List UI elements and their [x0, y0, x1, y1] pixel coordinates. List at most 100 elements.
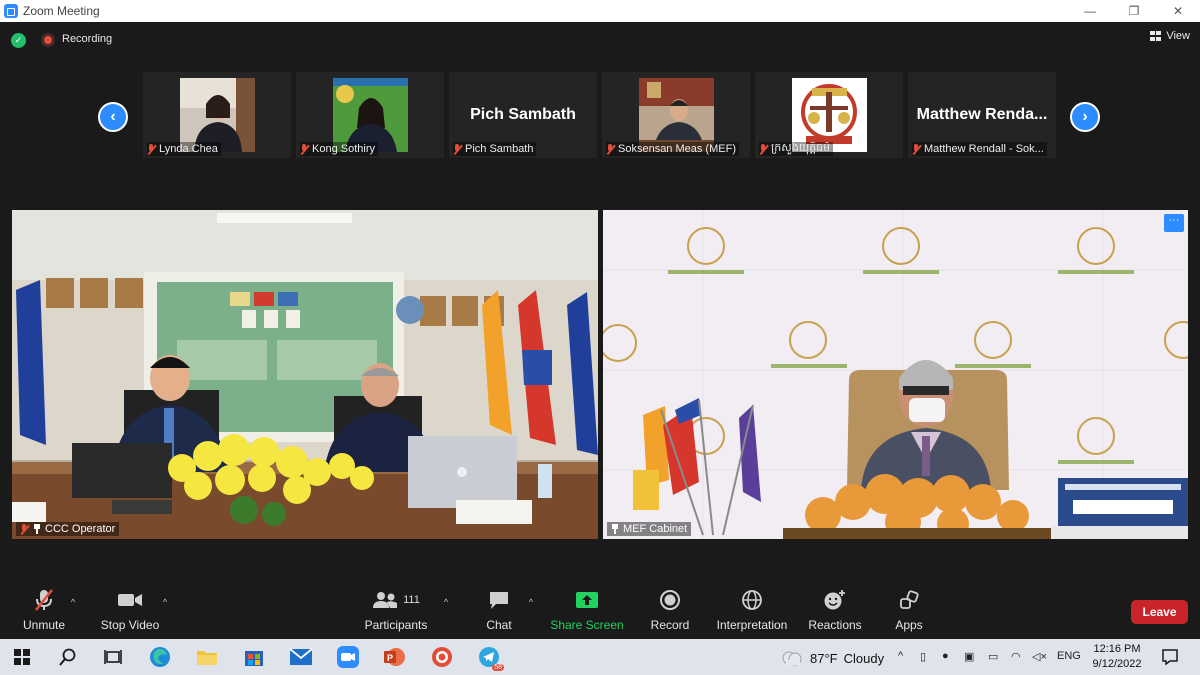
- participant-count: 111: [403, 594, 420, 606]
- main-video-tile[interactable]: CCC Operator: [12, 210, 598, 539]
- participants-button[interactable]: 111 Participants: [362, 585, 430, 639]
- microphone-tray-icon[interactable]: ●: [942, 650, 949, 662]
- telegram-icon[interactable]: 58: [477, 645, 504, 671]
- restore-button[interactable]: ❐: [1112, 0, 1156, 22]
- mef-cabinet-video: [603, 210, 1188, 539]
- pin-icon: [611, 524, 619, 534]
- zoom-taskbar-icon[interactable]: [336, 645, 360, 669]
- phone-link-icon[interactable]: ▯: [920, 650, 926, 663]
- windows-start-icon[interactable]: [10, 645, 34, 669]
- apps-icon: [900, 590, 919, 609]
- apps-label: Apps: [895, 618, 923, 632]
- participants-label: Participants: [364, 618, 428, 632]
- unmute-button[interactable]: Unmute: [18, 585, 70, 639]
- interpretation-button[interactable]: Interpretation: [714, 585, 790, 639]
- window-controls: — ❐ ✕: [1068, 0, 1200, 22]
- telegram-unread-badge: 58: [492, 664, 504, 671]
- close-button[interactable]: ✕: [1156, 0, 1200, 22]
- window-title-bar: Zoom Meeting — ❐ ✕: [0, 0, 1200, 22]
- video-camera-icon: [118, 594, 142, 606]
- system-clock[interactable]: 12:16 PM 9/12/2022: [1084, 642, 1150, 672]
- minimize-button[interactable]: —: [1068, 0, 1112, 22]
- participant-name-label: Kong Sothiry: [300, 142, 378, 156]
- volume-muted-icon[interactable]: ◁×: [1032, 650, 1047, 663]
- chat-options-caret-icon[interactable]: ^: [529, 597, 533, 607]
- interpretation-label: Interpretation: [716, 618, 788, 632]
- participant-tile[interactable]: Soksensan Meas (MEF): [602, 72, 750, 158]
- chat-button[interactable]: Chat: [478, 585, 520, 639]
- zoom-app-icon: [4, 4, 18, 18]
- window-title: Zoom Meeting: [23, 4, 100, 18]
- mic-muted-icon: [147, 143, 156, 155]
- security-shield-icon[interactable]: ✓: [11, 33, 26, 48]
- mic-muted-icon: [453, 143, 462, 155]
- share-screen-label: Share Screen: [550, 618, 624, 632]
- share-screen-icon: [576, 592, 598, 608]
- show-hidden-icons-chevron-icon[interactable]: ^: [898, 650, 903, 662]
- participant-name-label: Soksensan Meas (MEF): [606, 142, 739, 156]
- ministry-seal-logo: [792, 78, 867, 152]
- edge-browser-icon[interactable]: [148, 645, 172, 669]
- participant-name-label: ក្រសួងយុត្តិធម៌: [759, 142, 834, 156]
- weather-temperature: 87°F: [810, 650, 838, 666]
- share-screen-button[interactable]: Share Screen: [550, 585, 624, 639]
- view-button[interactable]: View: [1150, 30, 1190, 42]
- weather-widget[interactable]: 87°F Cloudy: [780, 649, 884, 667]
- main-video-tile[interactable]: ··· MEF Cabinet: [603, 210, 1188, 539]
- participants-options-caret-icon[interactable]: ^: [444, 597, 448, 607]
- windows-taskbar: P 58 87°F Cloudy ^ ▯ ● ▣ ▭ ◠ ◁× ENG 12:1…: [0, 639, 1200, 675]
- wifi-icon[interactable]: ◠: [1011, 650, 1021, 663]
- battery-icon[interactable]: ▭: [988, 650, 998, 663]
- participant-video: [639, 78, 714, 152]
- microsoft-store-icon[interactable]: [242, 645, 266, 669]
- powerpoint-icon[interactable]: P: [382, 645, 406, 669]
- chat-label: Chat: [486, 618, 512, 632]
- apps-button[interactable]: Apps: [890, 585, 928, 639]
- notifications-icon[interactable]: [1158, 645, 1182, 669]
- reactions-label: Reactions: [808, 618, 862, 632]
- mic-muted-icon: [759, 143, 768, 155]
- participant-display-name: Matthew Renda...: [916, 106, 1048, 123]
- record-button[interactable]: Record: [648, 585, 692, 639]
- input-language-indicator[interactable]: ENG: [1057, 650, 1081, 662]
- grid-view-icon: [1150, 31, 1162, 41]
- reactions-smiley-icon: [824, 590, 845, 610]
- svg-text:P: P: [387, 653, 393, 663]
- mic-muted-icon: [606, 143, 615, 155]
- participant-tile[interactable]: ក្រសួងយុត្តិធម៌: [755, 72, 903, 158]
- cloud-icon: [782, 651, 802, 666]
- task-view-icon[interactable]: [101, 645, 125, 669]
- audio-options-caret-icon[interactable]: ^: [71, 597, 75, 607]
- meeting-status-bar: ✓ Recording View: [0, 22, 1200, 58]
- participants-icon: [373, 592, 398, 608]
- weather-condition: Cloudy: [843, 650, 885, 666]
- participant-tile[interactable]: Kong Sothiry: [296, 72, 444, 158]
- unmute-label: Unmute: [22, 618, 66, 632]
- participant-name-label: Pich Sambath: [453, 142, 537, 156]
- globe-icon: [742, 590, 762, 610]
- participant-tile[interactable]: Lynda Chea: [143, 72, 291, 158]
- search-icon[interactable]: [56, 645, 80, 669]
- previous-page-button[interactable]: ‹: [98, 102, 128, 132]
- mail-icon[interactable]: [289, 645, 313, 669]
- mic-muted-icon: [912, 143, 921, 155]
- participant-tile[interactable]: Pich Sambath Pich Sambath: [449, 72, 597, 158]
- screen-recorder-icon[interactable]: [430, 645, 454, 669]
- display-tray-icon[interactable]: ▣: [964, 650, 974, 663]
- video-options-caret-icon[interactable]: ^: [163, 597, 167, 607]
- record-label: Record: [650, 618, 690, 632]
- reactions-button[interactable]: Reactions: [808, 585, 862, 639]
- pin-icon: [33, 524, 41, 534]
- video-name-label: MEF Cabinet: [607, 522, 692, 536]
- participant-tile[interactable]: Matthew Renda... Matthew Rendall - Sok..…: [908, 72, 1056, 158]
- conference-room-video: [12, 210, 598, 539]
- more-options-button[interactable]: ···: [1164, 214, 1184, 232]
- view-label: View: [1166, 30, 1190, 42]
- stop-video-button[interactable]: Stop Video: [98, 585, 162, 639]
- next-page-button[interactable]: ›: [1070, 102, 1100, 132]
- record-icon: [660, 590, 680, 610]
- video-name-label: CCC Operator: [16, 522, 120, 536]
- file-explorer-icon[interactable]: [195, 645, 219, 669]
- leave-meeting-button[interactable]: Leave: [1131, 600, 1188, 624]
- mic-muted-icon: [20, 523, 29, 535]
